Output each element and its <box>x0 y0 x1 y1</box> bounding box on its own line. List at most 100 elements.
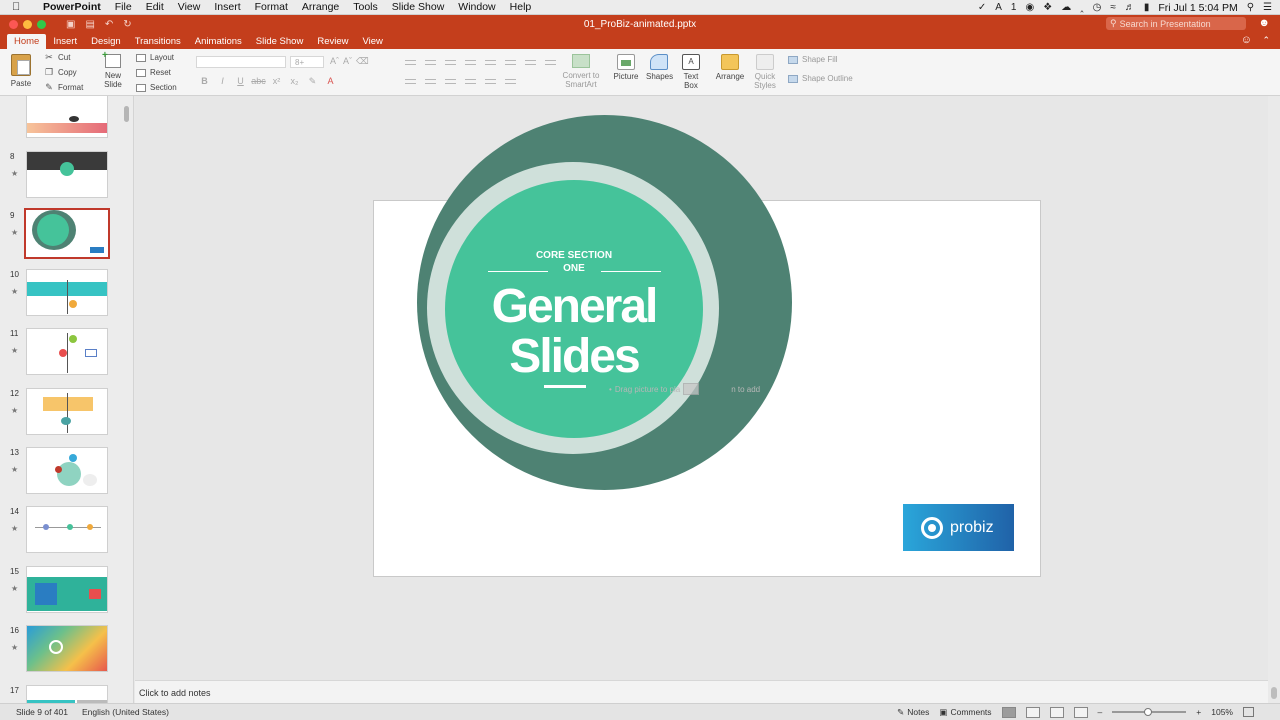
clock-icon[interactable]: ◷ <box>1093 2 1102 13</box>
arrange-button[interactable]: Arrange <box>714 54 746 81</box>
dropbox-icon[interactable]: ❖ <box>1043 2 1052 13</box>
tab-view[interactable]: View <box>355 34 389 49</box>
search-presentation-field[interactable]: ⚲ Search in Presentation <box>1106 17 1246 30</box>
apple-icon[interactable]:  <box>12 1 26 13</box>
bullets-icon[interactable] <box>402 56 419 68</box>
fit-to-window-icon[interactable] <box>1243 707 1254 717</box>
tab-slide-show[interactable]: Slide Show <box>249 34 311 49</box>
slide-canvas[interactable]: CORE SECTION ONE General Slides • Drag p… <box>135 96 1268 680</box>
menu-insert[interactable]: Insert <box>207 1 247 13</box>
menu-edit[interactable]: Edit <box>139 1 171 13</box>
cloud-icon[interactable]: ☁ <box>1061 2 1071 13</box>
badge-count[interactable]: 1 <box>1011 2 1017 13</box>
text-box-button[interactable]: A Text Box <box>680 54 702 90</box>
menu-slide-show[interactable]: Slide Show <box>385 1 452 13</box>
shapes-button[interactable]: Shapes <box>646 54 673 81</box>
notes-pane[interactable]: Click to add notes <box>135 680 1268 703</box>
adobe-icon[interactable]: A <box>995 2 1002 13</box>
zoom-out-icon[interactable]: – <box>1098 707 1103 717</box>
normal-view-icon[interactable] <box>1001 706 1016 718</box>
underline-icon[interactable]: U <box>233 75 248 88</box>
thumbnail-image[interactable] <box>26 269 108 316</box>
slide-thumbnail[interactable]: 15 ★ <box>0 565 133 623</box>
notification-icon[interactable]: ☰ <box>1263 2 1272 13</box>
picture-placeholder[interactable]: • Drag picture to pla n to add <box>609 383 760 395</box>
close-window-icon[interactable] <box>9 19 18 29</box>
share-icon[interactable]: ☻ <box>1258 17 1270 29</box>
thumbnail-image[interactable] <box>26 506 108 553</box>
bold-icon[interactable]: B <box>197 75 212 88</box>
numbering-icon[interactable] <box>422 56 439 68</box>
layout-button[interactable]: Layout <box>136 52 177 63</box>
slide-thumbnail-panel[interactable]: 8★9★10★11★12★13★14★15★16★17★ <box>0 96 134 703</box>
menu-app-name[interactable]: PowerPoint <box>36 1 108 13</box>
columns-icon[interactable] <box>502 56 519 68</box>
bluetooth-icon[interactable]: ‸ <box>1080 2 1083 13</box>
comments-button[interactable]: ▣ Comments <box>939 707 991 718</box>
text-direction-icon[interactable] <box>522 56 539 68</box>
tab-home[interactable]: Home <box>7 34 47 49</box>
zoom-level[interactable]: 105% <box>1211 707 1233 717</box>
spotlight-icon[interactable]: ⚲ <box>1247 2 1254 13</box>
slide-thumbnail[interactable]: 9 ★ <box>0 208 133 267</box>
copy-button[interactable]: ❐ Copy <box>44 67 83 78</box>
justify-icon[interactable] <box>462 75 479 87</box>
clear-format-icon[interactable]: ⌫ <box>356 56 369 67</box>
canvas-scroll-knob[interactable] <box>1271 687 1277 699</box>
highlight-icon[interactable]: ✎ <box>305 75 320 88</box>
tab-insert[interactable]: Insert <box>46 34 84 49</box>
insert-picture-icon[interactable] <box>683 383 700 395</box>
menu-tools[interactable]: Tools <box>346 1 385 13</box>
shrink-font-icon[interactable]: Aˇ <box>343 56 352 67</box>
thumbnail-image[interactable] <box>26 447 108 494</box>
thumbnail-image[interactable] <box>26 96 108 138</box>
shape-outline-button[interactable]: Shape Outline <box>788 74 853 83</box>
slide-thumbnail[interactable]: 8 ★ <box>0 150 133 208</box>
thumbnail-image[interactable] <box>26 388 108 435</box>
menu-clock[interactable]: Fri Jul 1 5:04 PM <box>1158 2 1237 14</box>
tab-animations[interactable]: Animations <box>188 34 249 49</box>
redo-icon[interactable]: ↻ <box>123 19 131 30</box>
tab-design[interactable]: Design <box>84 34 128 49</box>
font-size-field[interactable]: 8+ <box>290 56 324 68</box>
save-icon[interactable]: ▤ <box>85 19 94 30</box>
font-name-field[interactable] <box>196 56 286 68</box>
text-box-options-icon[interactable] <box>502 75 519 87</box>
quick-styles-button[interactable]: Quick Styles <box>752 54 778 90</box>
slide-thumbnail[interactable]: 17★ <box>0 684 133 703</box>
slide-thumbnail[interactable]: 13 ★ <box>0 446 133 504</box>
paste-button[interactable]: Paste <box>8 54 34 88</box>
menu-help[interactable]: Help <box>503 1 539 13</box>
collapse-ribbon-icon[interactable]: ⌃ <box>1262 35 1270 46</box>
tab-transitions[interactable]: Transitions <box>128 34 188 49</box>
probiz-logo[interactable]: probiz <box>903 504 1014 551</box>
format-painter-button[interactable]: ✎ Format <box>44 82 83 93</box>
slide-thumbnail[interactable]: 12 ★ <box>0 387 133 445</box>
undo-icon[interactable]: ↶ <box>105 19 113 30</box>
zoom-slider[interactable] <box>1112 708 1187 716</box>
strikethrough-icon[interactable]: abc <box>251 75 266 88</box>
language-indicator[interactable]: English (United States) <box>82 707 169 717</box>
slide-thumbnail[interactable]: 16 ★ <box>0 624 133 682</box>
slide-thumbnail[interactable] <box>0 96 133 148</box>
slide-thumbnail[interactable]: 10 ★ <box>0 268 133 326</box>
canvas-scrollbar[interactable] <box>1268 96 1280 703</box>
align-left-icon[interactable] <box>402 75 419 87</box>
menu-arrange[interactable]: Arrange <box>295 1 346 13</box>
convert-smartart-button[interactable]: Convert to SmartArt <box>562 54 600 89</box>
superscript-icon[interactable]: x² <box>269 75 284 88</box>
slide-thumbnail[interactable]: 11 ★ <box>0 327 133 385</box>
menu-view[interactable]: View <box>171 1 208 13</box>
cut-button[interactable]: ✂ Cut <box>44 52 83 63</box>
zoom-in-icon[interactable]: + <box>1196 707 1201 717</box>
italic-icon[interactable]: I <box>215 75 230 88</box>
zoom-window-icon[interactable] <box>37 19 46 29</box>
menu-format[interactable]: Format <box>248 1 295 13</box>
reading-view-icon[interactable] <box>1049 706 1064 718</box>
record-icon[interactable]: ◉ <box>1025 2 1034 13</box>
font-color-icon[interactable]: A <box>323 75 338 88</box>
menu-window[interactable]: Window <box>451 1 502 13</box>
feedback-smile-icon[interactable]: ☺ <box>1241 34 1252 46</box>
battery-icon[interactable]: ▮ <box>1144 2 1150 13</box>
zoom-slider-knob[interactable] <box>1144 708 1153 716</box>
